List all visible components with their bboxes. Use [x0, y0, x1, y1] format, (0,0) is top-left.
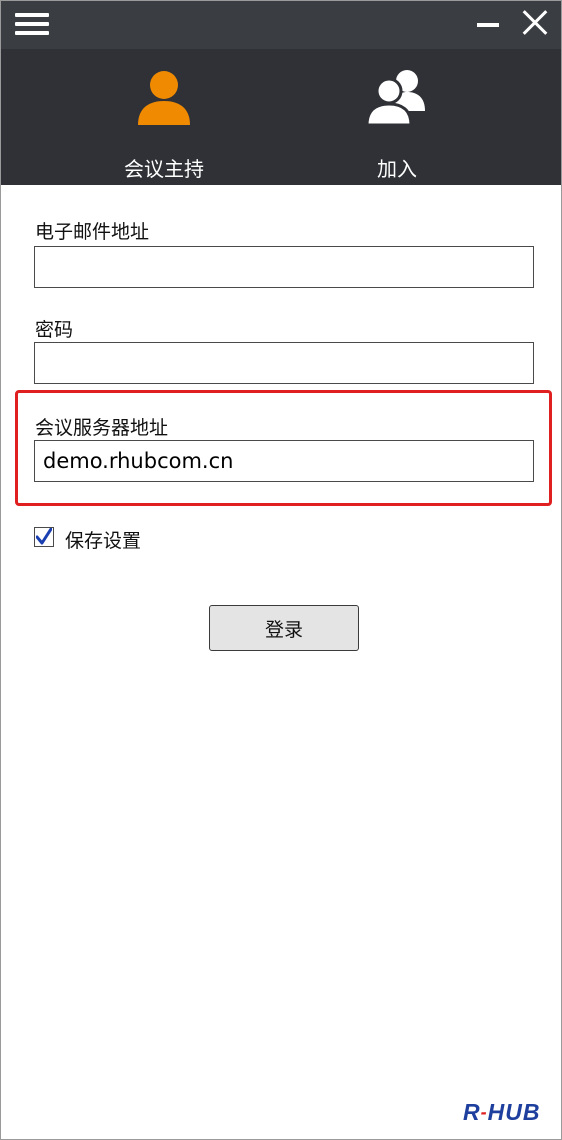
email-label: 电子邮件地址 [35, 222, 150, 243]
tab-label: 加入 [377, 159, 417, 181]
password-label: 密码 [35, 320, 74, 341]
server-address-field[interactable] [34, 440, 534, 482]
minimize-icon[interactable] [475, 11, 501, 37]
password-field[interactable] [34, 342, 534, 384]
rhub-logo: R-HUB [463, 1099, 541, 1125]
hamburger-menu-icon[interactable] [15, 13, 49, 37]
login-button[interactable]: 登录 [209, 605, 359, 651]
save-settings-checkbox[interactable] [34, 527, 54, 547]
close-icon[interactable] [519, 7, 551, 39]
user-icon [138, 71, 190, 125]
users-group-icon [365, 70, 425, 127]
tab-label: 会议主持 [124, 159, 204, 181]
title-bar [1, 1, 561, 49]
server-address-label: 会议服务器地址 [35, 418, 169, 439]
tab-bar: 会议主持 加入 [1, 49, 561, 185]
email-field[interactable] [34, 246, 534, 288]
checkmark-icon [36, 528, 52, 545]
app-window: 会议主持 加入 电子邮件地址 密码 会议服务器地址 保存设置 登录 R-HUB [0, 0, 562, 1140]
tab-host-meeting[interactable]: 会议主持 [74, 49, 254, 185]
tab-join-meeting[interactable]: 加入 [307, 49, 487, 185]
save-settings-label: 保存设置 [65, 531, 142, 552]
